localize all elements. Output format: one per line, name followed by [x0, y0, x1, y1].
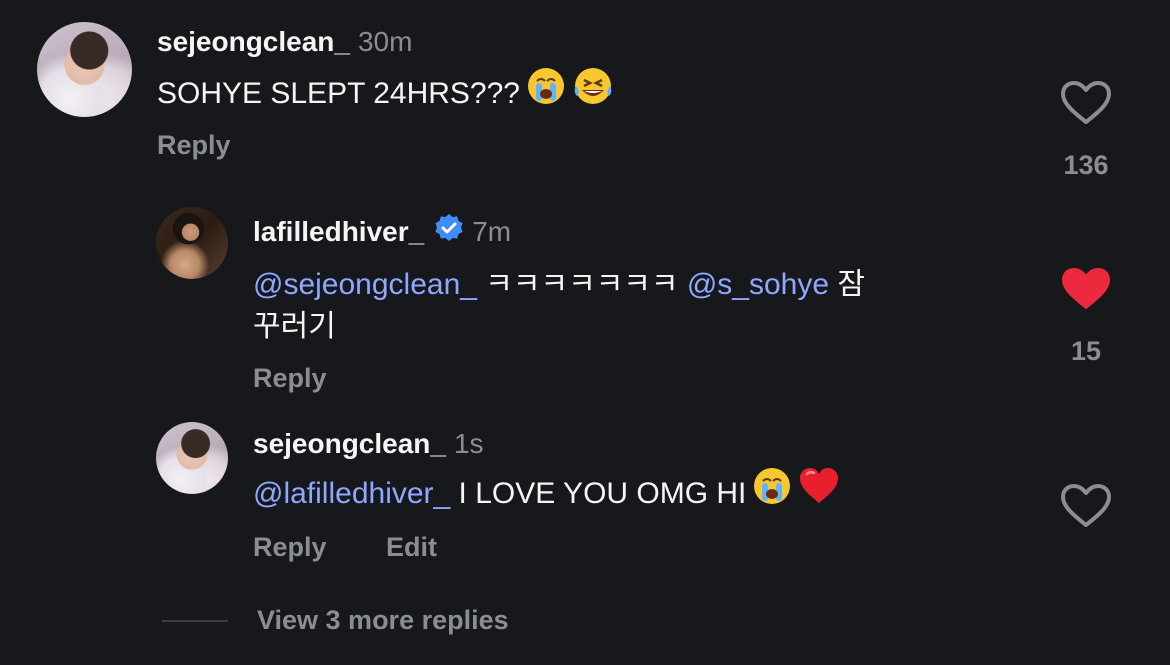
mention-link[interactable]: @s_sohye	[687, 268, 829, 301]
comment-text: @sejeongclean_ ㅋㅋㅋㅋㅋㅋㅋ @s_sohye 잠 꾸러기	[253, 268, 865, 343]
like-button[interactable]	[1060, 483, 1112, 529]
comment-timestamp: 1s	[453, 428, 484, 459]
view-more-replies-button[interactable]: View 3 more replies	[257, 605, 509, 636]
verified-badge-icon	[434, 213, 464, 250]
red-heart-emoji	[798, 466, 840, 518]
edit-button[interactable]: Edit	[386, 532, 437, 563]
avatar[interactable]	[156, 207, 228, 279]
reply-button[interactable]: Reply	[157, 130, 231, 161]
like-count: 136	[1063, 150, 1109, 180]
reply-button[interactable]: Reply	[253, 363, 327, 394]
heart-icon	[1061, 81, 1111, 124]
avatar[interactable]	[37, 22, 132, 117]
laughing-emoji	[572, 66, 614, 118]
comment-text: SOHYE SLEPT 24HRS???	[157, 68, 614, 118]
heart-filled-icon	[1062, 268, 1110, 309]
mention-link[interactable]: @lafilledhiver_	[253, 477, 450, 510]
divider-line	[162, 620, 228, 622]
like-button[interactable]	[1060, 266, 1112, 312]
mention-link[interactable]: @sejeongclean_	[253, 268, 477, 301]
comment-username[interactable]: sejeongclean_ 1s	[253, 428, 484, 460]
reply-button[interactable]: Reply	[253, 532, 327, 563]
crying-emoji	[752, 466, 792, 518]
like-button[interactable]	[1060, 80, 1112, 126]
avatar[interactable]	[156, 422, 228, 494]
like-count: 15	[1070, 336, 1102, 366]
comment-timestamp: 30m	[357, 26, 413, 57]
comment-username[interactable]: lafilledhiver_ 7m	[253, 213, 512, 250]
comments-thread: sejeongclean_ 30m SOHYE SLEPT 24HRS??? Re…	[0, 0, 1170, 665]
comment-timestamp: 7m	[472, 216, 512, 247]
heart-icon	[1061, 484, 1111, 527]
comment-username[interactable]: sejeongclean_ 30m	[157, 26, 412, 58]
crying-emoji	[526, 66, 566, 118]
comment-text: @lafilledhiver_ I LOVE YOU OMG HI	[253, 468, 840, 518]
